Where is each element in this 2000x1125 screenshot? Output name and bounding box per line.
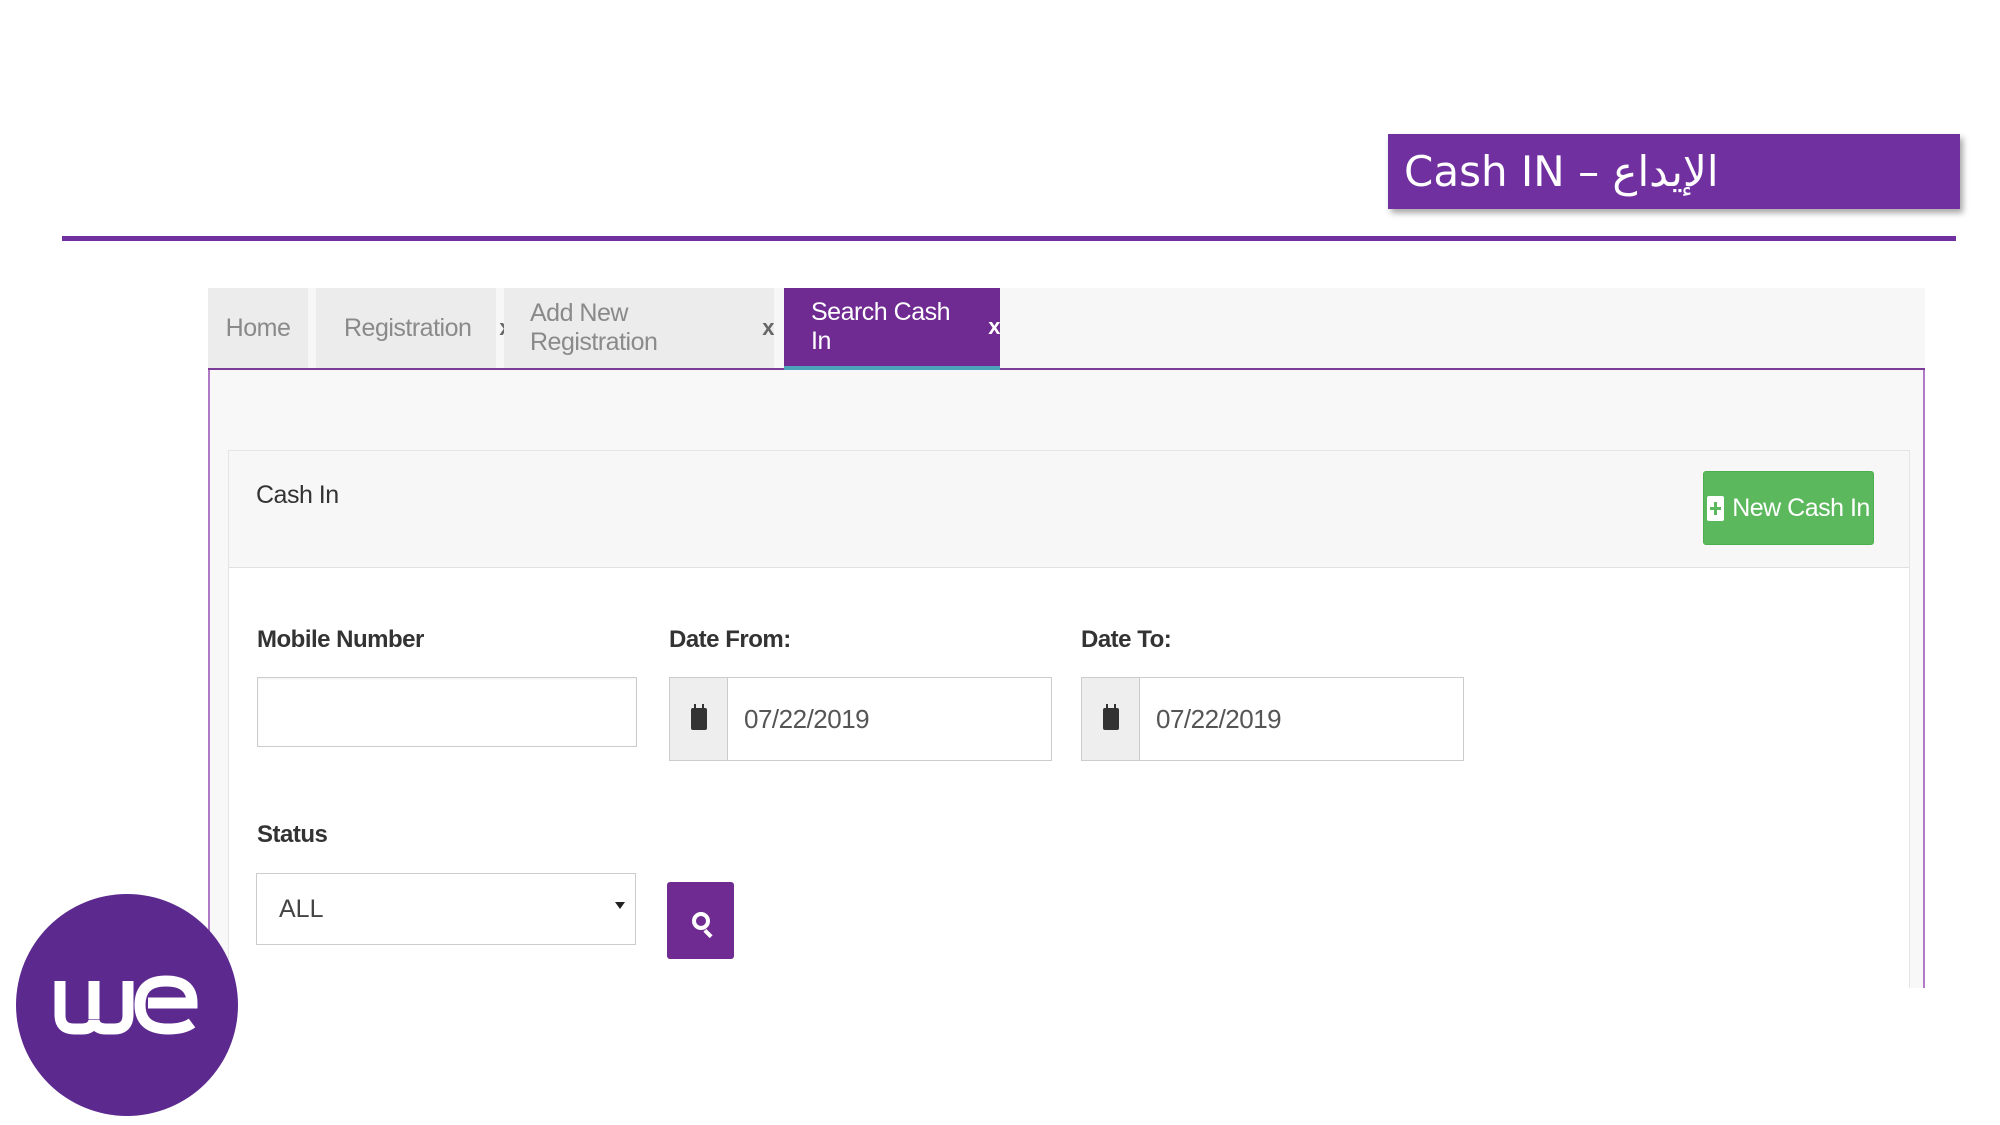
tab-search-cash-in-label: Search Cash In [811, 298, 951, 355]
calendar-icon [690, 704, 707, 730]
tab-add-new-registration-close-icon[interactable]: x [762, 315, 774, 341]
date-to-calendar-button[interactable] [1082, 678, 1140, 760]
slide: Cash IN – الإيداع Home Registration x Ad… [0, 0, 2000, 1125]
tab-registration-label: Registration [344, 313, 472, 342]
tab-add-new-registration[interactable]: Add New Registration x [504, 288, 774, 368]
slide-title-banner: Cash IN – الإيداع [1388, 134, 1960, 209]
date-from-value: 07/22/2019 [744, 703, 870, 734]
date-from-calendar-button[interactable] [670, 678, 728, 760]
plus-square-icon [1707, 495, 1725, 521]
tab-bar: Home Registration x Add New Registration… [208, 288, 1925, 370]
calendar-icon [1102, 704, 1119, 730]
date-to-field[interactable]: 07/22/2019 [1081, 677, 1464, 761]
status-select[interactable]: ALL [256, 873, 636, 945]
tab-registration[interactable]: Registration x [316, 288, 512, 368]
tab-content-area: Cash In New Cash In Mobile Number Date F… [208, 370, 1925, 988]
we-logo-wordmark [54, 975, 198, 1035]
status-label: Status [257, 821, 328, 848]
tab-add-new-registration-label: Add New Registration [530, 299, 658, 356]
new-cash-in-button[interactable]: New Cash In [1703, 471, 1874, 545]
date-to-label: Date To: [1081, 626, 1172, 653]
date-from-label: Date From: [669, 626, 791, 653]
panel-header: Cash In New Cash In [229, 451, 1909, 568]
we-logo [16, 894, 238, 1116]
tab-home[interactable]: Home [208, 288, 308, 368]
cash-in-panel: Cash In New Cash In Mobile Number Date F… [228, 450, 1910, 988]
panel-title: Cash In [256, 481, 339, 509]
tab-home-label: Home [225, 313, 291, 342]
mobile-number-input[interactable] [257, 677, 637, 747]
mobile-number-label: Mobile Number [257, 626, 424, 653]
caret-down-icon [615, 902, 625, 909]
title-divider [62, 236, 1956, 241]
app-screenshot: Home Registration x Add New Registration… [208, 288, 1925, 988]
slide-title: Cash IN – الإيداع [1404, 147, 1719, 196]
tab-search-cash-in-close-icon[interactable]: x [988, 314, 1000, 340]
tab-search-cash-in[interactable]: Search Cash In x [784, 288, 1000, 370]
search-button[interactable] [667, 882, 734, 959]
status-selected-value: ALL [279, 894, 324, 923]
date-to-value: 07/22/2019 [1156, 703, 1282, 734]
date-from-field[interactable]: 07/22/2019 [669, 677, 1052, 761]
new-cash-in-button-label: New Cash In [1732, 493, 1870, 522]
search-icon [691, 911, 710, 930]
